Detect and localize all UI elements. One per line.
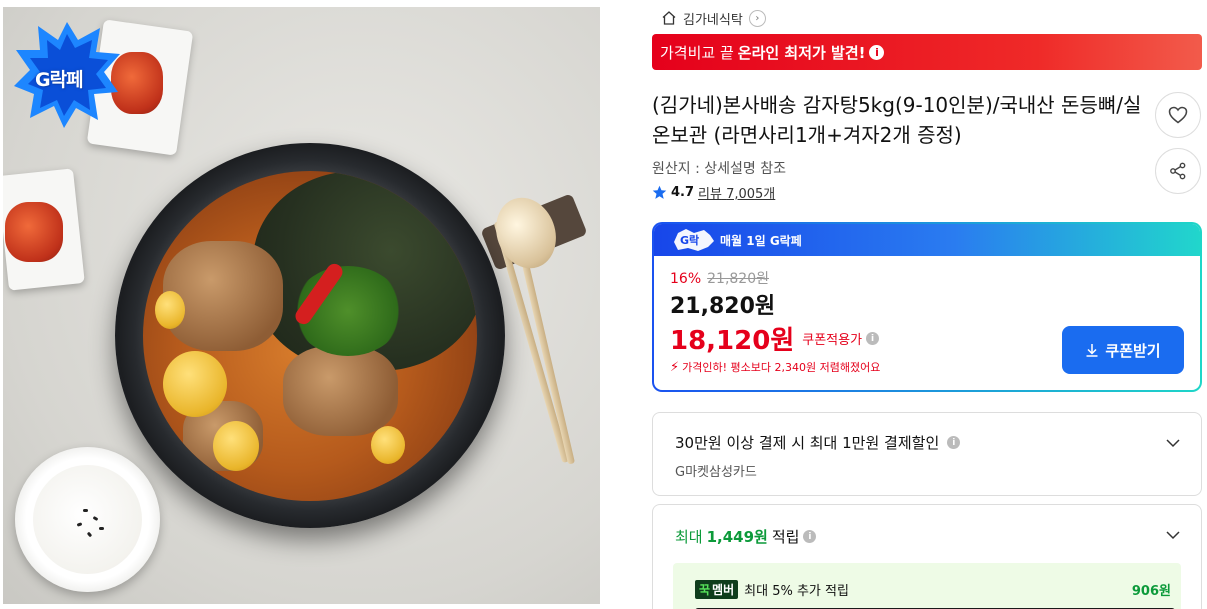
card-discount-benefit[interactable]: 30만원 이상 결제 시 최대 1만원 결제할인 i G마켓삼성카드 bbox=[652, 412, 1202, 496]
card-discount-title-row: 30만원 이상 결제 시 최대 1만원 결제할인 i bbox=[675, 432, 961, 453]
badge-text: G락페 bbox=[35, 69, 84, 91]
svg-text:G락: G락 bbox=[680, 234, 699, 247]
potato bbox=[163, 351, 227, 417]
event-header: G락 매월 1일 G락페 bbox=[654, 224, 1200, 256]
info-icon[interactable]: i bbox=[869, 44, 885, 60]
product-title: (김가네)본사배송 감자탕5kg(9-10인분)/국내산 돈등뼈/실온보관 (라… bbox=[652, 93, 1142, 147]
sesame bbox=[83, 509, 88, 512]
sesame bbox=[76, 522, 83, 527]
product-page: G락페 김가네식탁 › 가격비교 끝 온라인 최저가 발견! i (김가네)본사… bbox=[0, 0, 1207, 609]
price-drop-note: ⚡ 가격인하! 평소보다 2,340원 저렴해졌어요 bbox=[670, 359, 880, 375]
g-lock-fe-badge: G락페 bbox=[12, 20, 122, 130]
info-icon[interactable]: i bbox=[866, 332, 880, 345]
promo-highlight: 온라인 최저가 발견! bbox=[737, 43, 866, 62]
pork-bone bbox=[163, 241, 283, 351]
rice bbox=[33, 465, 142, 574]
potato bbox=[213, 421, 259, 471]
points-amount: 1,449원 bbox=[706, 528, 768, 546]
points-suffix: 적립 bbox=[771, 528, 800, 546]
product-image[interactable]: G락페 bbox=[3, 7, 600, 604]
kimchi bbox=[5, 202, 63, 262]
home-icon bbox=[662, 11, 676, 25]
price-drop-text: 가격인하! 평소보다 2,340원 저렴해졌어요 bbox=[682, 361, 881, 374]
rating-row[interactable]: 4.7 리뷰 7,005개 bbox=[652, 183, 775, 202]
coupon-price-label-text: 쿠폰적용가 bbox=[802, 333, 863, 348]
review-label: 리뷰 bbox=[698, 187, 722, 202]
sesame bbox=[86, 531, 93, 538]
coupon-price: 18,120원 bbox=[670, 326, 795, 356]
event-title: 매월 1일 G락페 bbox=[720, 233, 802, 248]
chevron-down-icon[interactable] bbox=[1165, 527, 1181, 543]
stew bbox=[143, 171, 477, 501]
member-tag-label: 멤버 bbox=[712, 583, 735, 597]
g-lock-fe-mini-badge: G락 bbox=[674, 229, 714, 251]
sesame bbox=[92, 515, 99, 522]
member-benefit-desc: 최대 5% 추가 적립 bbox=[744, 584, 849, 599]
wishlist-button[interactable] bbox=[1155, 92, 1201, 138]
sale-price: 21,820원 bbox=[670, 294, 776, 319]
price-card: G락 매월 1일 G락페 16% 21,820원 21,820원 18,120원… bbox=[652, 222, 1202, 392]
share-icon bbox=[1170, 162, 1186, 180]
member-benefit-row: 꾹 멤버 최대 5% 추가 적립 bbox=[695, 580, 849, 599]
rating-score: 4.7 bbox=[671, 185, 695, 200]
get-coupon-button[interactable]: 쿠폰받기 bbox=[1062, 326, 1184, 374]
star-icon bbox=[652, 185, 667, 199]
discount-row: 16% 21,820원 bbox=[670, 268, 769, 288]
stew-pot bbox=[115, 143, 505, 528]
get-coupon-label: 쿠폰받기 bbox=[1105, 342, 1161, 360]
store-name[interactable]: 김가네식탁 bbox=[683, 9, 743, 28]
coupon-price-row: 18,120원 쿠폰적용가 i bbox=[670, 320, 880, 357]
info-icon[interactable]: i bbox=[947, 436, 961, 449]
info-icon[interactable]: i bbox=[803, 530, 817, 543]
card-discount-title: 30만원 이상 결제 시 최대 1만원 결제할인 bbox=[675, 434, 940, 452]
discount-percent: 16% bbox=[670, 271, 702, 287]
review-count: 7,005개 bbox=[726, 187, 776, 202]
points-benefit[interactable]: 최대 1,449원 적립 i 꾹 멤버 최대 5% 추가 적립 906원 bbox=[652, 504, 1202, 609]
points-prefix: 최대 bbox=[675, 528, 703, 546]
member-benefit-amount: 906원 bbox=[1131, 584, 1171, 599]
heart-icon bbox=[1168, 106, 1188, 124]
coupon-price-label[interactable]: 쿠폰적용가 i bbox=[802, 329, 880, 348]
download-icon bbox=[1086, 344, 1098, 357]
pork-bone bbox=[283, 346, 398, 436]
origin-info: 원산지 : 상세설명 참조 bbox=[652, 161, 786, 177]
member-benefit-box: 꾹 멤버 최대 5% 추가 적립 906원 bbox=[673, 563, 1181, 609]
breadcrumb[interactable]: 김가네식탁 › bbox=[661, 8, 766, 28]
rice-bowl bbox=[15, 447, 160, 592]
member-tag: 꾹 멤버 bbox=[695, 580, 739, 599]
original-price: 21,820원 bbox=[707, 271, 769, 287]
promo-prefix: 가격비교 끝 bbox=[660, 43, 734, 62]
points-title-row: 최대 1,449원 적립 i bbox=[675, 526, 817, 547]
review-link[interactable]: 리뷰 7,005개 bbox=[698, 183, 775, 202]
lowest-price-banner[interactable]: 가격비교 끝 온라인 최저가 발견! i bbox=[652, 34, 1202, 70]
chevron-right-icon[interactable]: › bbox=[748, 9, 766, 27]
potato bbox=[371, 426, 405, 464]
member-tag-mark: 꾹 bbox=[699, 583, 711, 597]
sesame bbox=[99, 527, 104, 530]
bolt-icon: ⚡ bbox=[670, 359, 680, 375]
badge-burst-icon: G락 bbox=[674, 229, 714, 251]
share-button[interactable] bbox=[1155, 148, 1201, 194]
potato bbox=[155, 291, 185, 329]
card-discount-sub: G마켓삼성카드 bbox=[675, 465, 757, 480]
chevron-down-icon[interactable] bbox=[1165, 435, 1181, 451]
